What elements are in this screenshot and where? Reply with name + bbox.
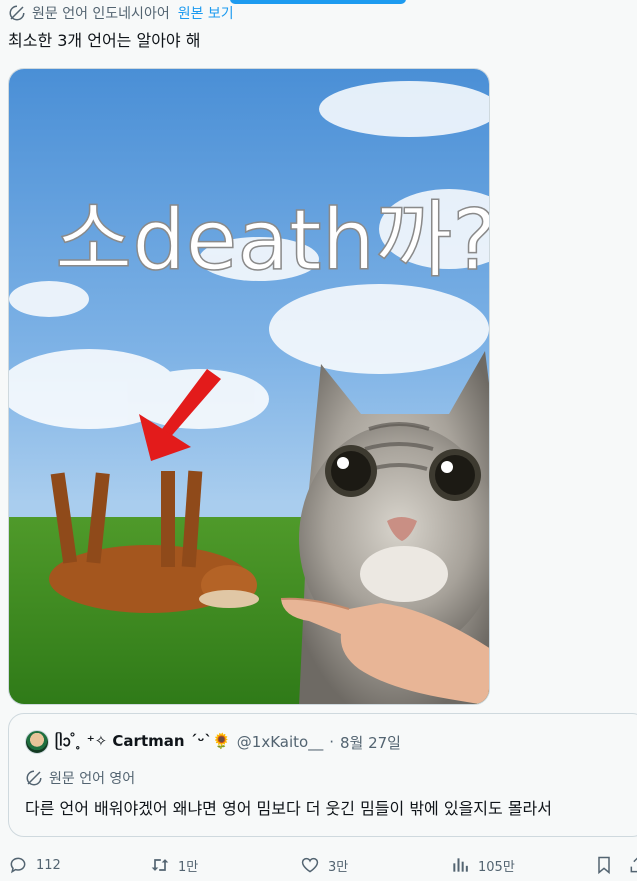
translation-notice: 원문 언어 인도네시아어 원본 보기: [8, 3, 234, 23]
like-icon: [300, 855, 320, 875]
quoted-translation-notice: 원문 언어 영어: [25, 768, 135, 788]
share-button[interactable]: [628, 855, 637, 875]
top-blue-button-edge[interactable]: [230, 0, 406, 4]
retweet-icon: [150, 855, 170, 875]
image-overlay-text: 소death까?: [55, 191, 490, 289]
quoted-translation-label: 원문 언어 영어: [49, 771, 136, 787]
retweet-button[interactable]: 1만: [150, 855, 198, 875]
post-image[interactable]: 소death까?: [8, 68, 490, 705]
share-icon: [628, 855, 637, 875]
bookmark-button[interactable]: [594, 855, 614, 875]
quoted-author-name[interactable]: ᥫᩣ ̊ ̥ ⁺✧ Cartman ˊᵕˋ🌻: [55, 730, 231, 754]
reply-button[interactable]: 112: [8, 855, 61, 875]
like-count: 3만: [328, 859, 349, 875]
reply-count: 112: [36, 857, 61, 873]
translate-icon: [25, 769, 43, 787]
post-text: 최소한 3개 언어는 알아야 해: [8, 31, 201, 50]
avatar[interactable]: [25, 730, 49, 754]
views-count: 105만: [478, 859, 515, 875]
translate-icon: [8, 4, 26, 22]
translation-source-label: 원문 언어 인도네시아어: [32, 6, 170, 22]
retweet-count: 1만: [178, 859, 199, 875]
quoted-author-handle[interactable]: @1xKaito__: [237, 733, 323, 751]
quoted-post-text: 다른 언어 배워야겠어 왜냐면 영어 밈보다 더 웃긴 밈들이 밖에 있을지도 …: [25, 799, 552, 818]
like-button[interactable]: 3만: [300, 855, 348, 875]
bookmark-icon: [594, 855, 614, 875]
quoted-post[interactable]: ᥫᩣ ̊ ̥ ⁺✧ Cartman ˊᵕˋ🌻 @1xKaito__ · 8월 2…: [8, 713, 637, 837]
views-icon: [450, 855, 470, 875]
quoted-post-date[interactable]: 8월 27일: [340, 732, 401, 753]
views-button[interactable]: 105만: [450, 855, 515, 875]
separator-dot: ·: [329, 733, 334, 751]
quoted-post-header: ᥫᩣ ̊ ̥ ⁺✧ Cartman ˊᵕˋ🌻 @1xKaito__ · 8월 2…: [25, 730, 401, 754]
show-original-link[interactable]: 원본 보기: [178, 3, 234, 23]
reply-icon: [8, 855, 28, 875]
post-actions: 112 1만 3만 105만: [0, 852, 637, 881]
